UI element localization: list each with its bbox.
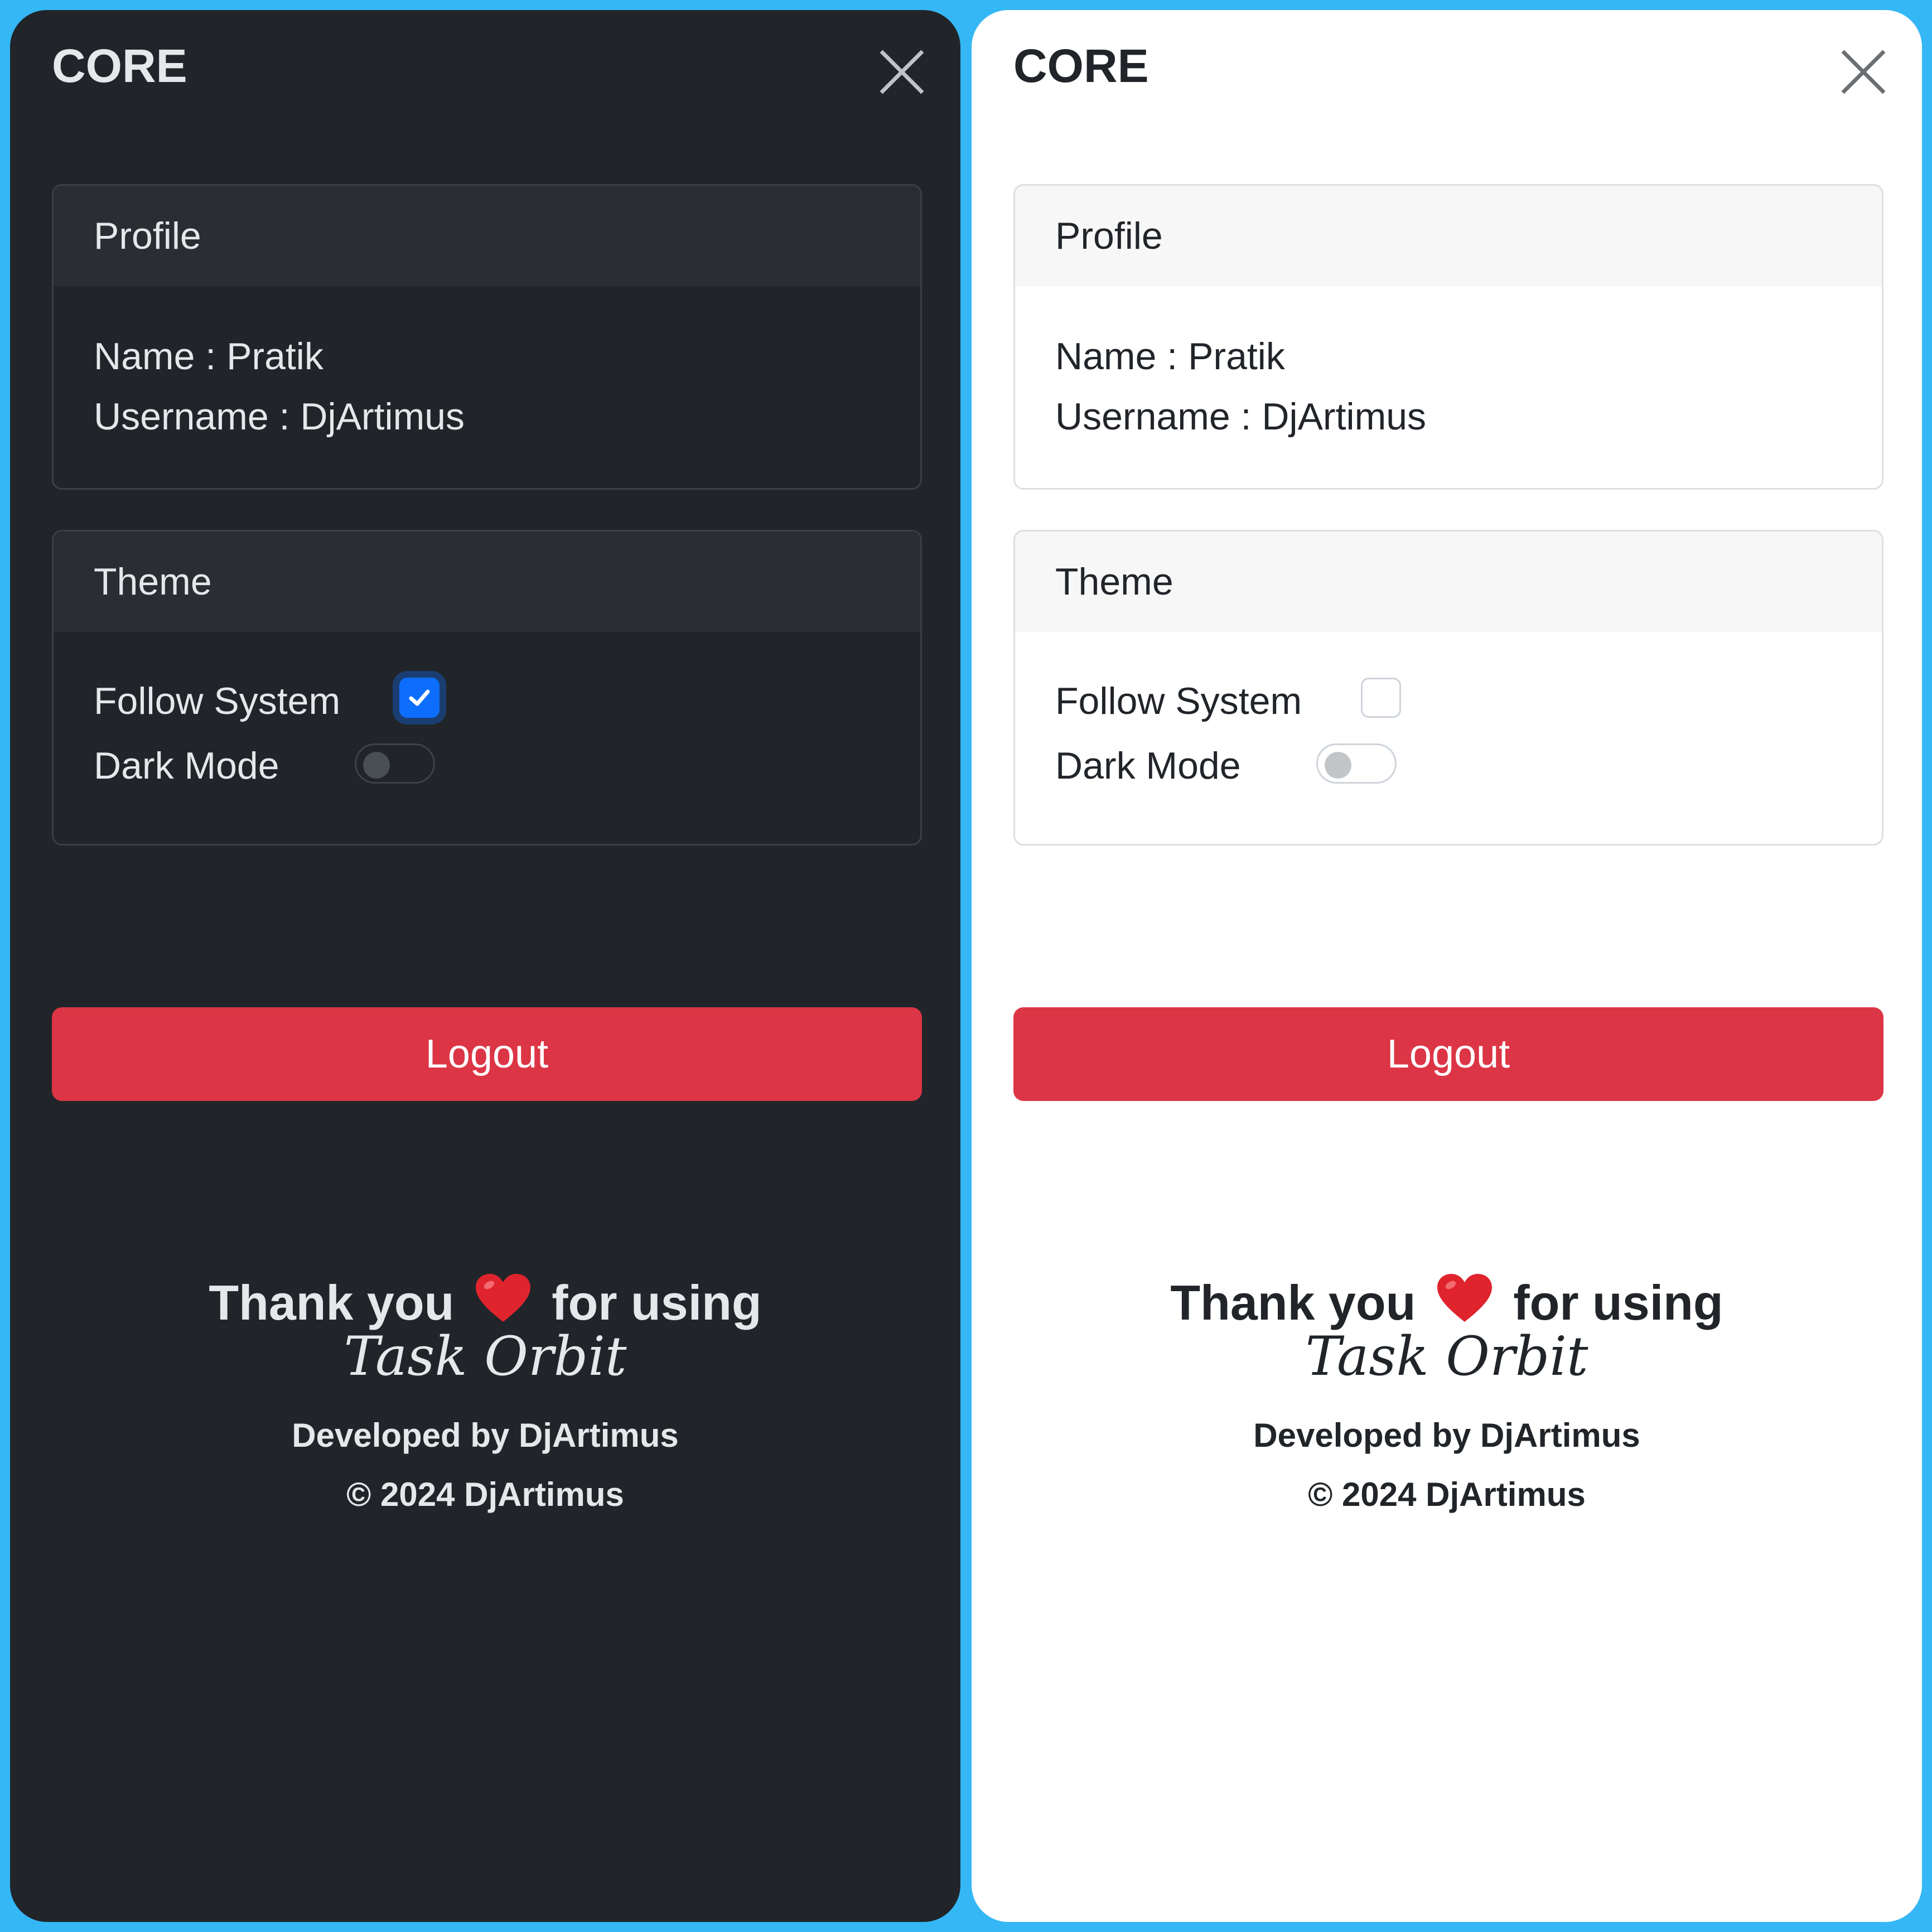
developed-by: Developed by DjArtimus [1253, 1417, 1640, 1454]
follow-system-checkbox[interactable] [399, 678, 439, 718]
theme-card: Theme Follow System Dark Mode [1013, 530, 1883, 846]
theme-card: Theme Follow System Dark Mode [52, 530, 922, 846]
theme-card-header: Theme [1015, 532, 1882, 632]
profile-username: Username : DjArtimus [1055, 395, 1427, 438]
profile-name: Name : Pratik [1055, 335, 1285, 378]
panel-title: CORE [1013, 40, 1149, 92]
copyright: © 2024 DjArtimus [346, 1476, 624, 1513]
follow-system-checkbox[interactable] [1361, 678, 1401, 718]
profile-card-header: Profile [54, 186, 920, 286]
follow-system-label: Follow System [94, 680, 341, 722]
profile-username: Username : DjArtimus [94, 395, 465, 438]
close-icon [1841, 50, 1886, 94]
thanks-after: for using [552, 1275, 762, 1330]
close-button[interactable] [877, 47, 927, 97]
switch-knob [363, 752, 390, 779]
dark-mode-switch[interactable] [1316, 743, 1397, 784]
dark-mode-label: Dark Mode [1055, 745, 1241, 787]
dark-mode-switch[interactable] [355, 743, 435, 784]
developed-by: Developed by DjArtimus [292, 1417, 679, 1454]
app-name: Task Orbit [1305, 1325, 1588, 1388]
core-panel-light: CORE Profile Name : Pratik Username : Dj… [972, 10, 1922, 1922]
checkmark-icon [409, 689, 430, 706]
profile-card: Profile Name : Pratik Username : DjArtim… [1013, 184, 1883, 490]
panel-title: CORE [52, 40, 187, 92]
thanks-before: Thank you [1170, 1275, 1416, 1330]
thanks-before: Thank you [209, 1275, 455, 1330]
close-button[interactable] [1838, 47, 1888, 97]
follow-system-label: Follow System [1055, 680, 1302, 722]
thanks-after: for using [1513, 1275, 1723, 1330]
thank-you-message: Thank you for using [10, 1272, 960, 1327]
dark-mode-label: Dark Mode [94, 745, 279, 787]
app-name: Task Orbit [344, 1325, 627, 1388]
switch-knob [1325, 752, 1351, 779]
copyright: © 2024 DjArtimus [1308, 1476, 1586, 1513]
logout-button[interactable]: Logout [1013, 1007, 1883, 1101]
logout-button[interactable]: Logout [52, 1007, 922, 1101]
core-panel-dark: CORE Profile Name : Pratik Username : Dj… [10, 10, 960, 1922]
profile-card: Profile Name : Pratik Username : DjArtim… [52, 184, 922, 490]
thank-you-message: Thank you for using [972, 1272, 1922, 1327]
profile-card-header: Profile [1015, 186, 1882, 286]
theme-card-header: Theme [54, 532, 920, 632]
screenshot-stage: CORE Profile Name : Pratik Username : Dj… [0, 0, 1932, 1932]
heart-icon [1437, 1274, 1492, 1322]
profile-name: Name : Pratik [94, 335, 323, 378]
close-icon [880, 50, 924, 94]
heart-icon [475, 1274, 530, 1322]
